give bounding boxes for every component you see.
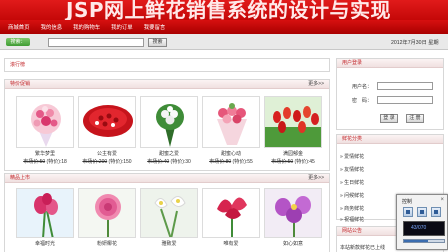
old-price: 市场价:200 [82, 159, 108, 165]
login-button[interactable]: 登 录 [380, 114, 398, 123]
product-image[interactable] [202, 188, 260, 238]
product-card[interactable]: 雅致爱 [140, 188, 198, 247]
category-item-birthday[interactable]: » 生日鲜花 [340, 179, 364, 186]
nav-item-orders[interactable]: 我的订单 [111, 23, 133, 31]
product-card[interactable]: 满园郁金 市场价:50 (特价):45 [264, 96, 322, 165]
product-card[interactable]: 如心如意 [264, 188, 322, 247]
product-name[interactable]: 唯有爱 [202, 240, 260, 247]
product-name[interactable]: 甜蜜心动 [202, 150, 260, 157]
special-price: (特价):30 [170, 159, 191, 165]
product-card[interactable]: 甜蜜之爱 市场价:40 (特价):30 [140, 96, 198, 165]
category-item-business[interactable]: » 商务鲜花 [340, 205, 364, 212]
play-icon[interactable] [403, 207, 413, 217]
close-icon[interactable]: × [440, 197, 444, 203]
current-date: 2012年7月30日 星期 [391, 40, 439, 46]
product-image[interactable] [16, 188, 74, 238]
product-card[interactable]: 公主有爱 市场价:200 (特价):150 [78, 96, 136, 165]
old-price: 市场价:50 [271, 159, 294, 165]
product-price: 市场价:50 (特价):18 [16, 158, 74, 165]
product-name[interactable]: 如心如意 [264, 240, 322, 247]
product-price: 市场价:200 (特价):150 [78, 158, 136, 165]
product-image[interactable] [202, 96, 260, 148]
new-items-header: 精品上市 更多>> [5, 174, 329, 183]
pause-icon[interactable] [417, 207, 427, 217]
product-name[interactable]: 幸福时光 [16, 240, 74, 247]
login-title: 用户登录 [337, 59, 443, 68]
product-card[interactable]: 繁华梦里 市场价:50 (特价):18 [16, 96, 74, 165]
register-button[interactable]: 注 册 [406, 114, 424, 123]
product-image[interactable] [140, 188, 198, 238]
search-bar: 搜索： 搜索 2012年7月30日 星期 [0, 34, 448, 50]
product-image[interactable] [264, 96, 322, 148]
featured-title: 特价促销 [10, 81, 31, 87]
nav-item-my-info[interactable]: 我的信息 [41, 23, 63, 31]
category-item-friendship[interactable]: » 友情鲜花 [340, 166, 364, 173]
nav-item-home[interactable]: 商城首页 [8, 23, 30, 31]
product-image[interactable] [16, 96, 74, 148]
category-item-blessing[interactable]: » 祝福鲜花 [340, 216, 364, 223]
video-progress-fill [404, 240, 429, 242]
nav-item-message[interactable]: 我要留言 [144, 23, 166, 31]
product-name[interactable]: 繁华梦里 [16, 150, 74, 157]
special-price: (特价):18 [46, 159, 67, 165]
product-image[interactable] [78, 188, 136, 238]
product-price: 市场价:80 (特价):55 [202, 158, 260, 165]
video-progress-bar[interactable] [403, 239, 445, 243]
product-card[interactable]: 甜蜜心动 市场价:80 (特价):55 [202, 96, 260, 165]
product-image[interactable] [78, 96, 136, 148]
search-label: 搜索： [6, 38, 30, 46]
new-items-more-link[interactable]: 更多>> [308, 174, 324, 183]
product-name[interactable]: 粉妍椰花 [78, 240, 136, 247]
product-name[interactable]: 公主有爱 [78, 150, 136, 157]
password-label: 密 码： [352, 98, 373, 104]
product-image[interactable] [264, 188, 322, 238]
video-control-title: 控制 [402, 199, 413, 205]
search-button[interactable]: 搜索 [148, 38, 167, 47]
special-price: (特价):150 [108, 159, 132, 165]
search-input[interactable] [48, 38, 144, 47]
featured-more-link[interactable]: 更多>> [308, 80, 324, 89]
special-price: (特价):55 [232, 159, 253, 165]
nav-item-cart[interactable]: 我的购物车 [73, 23, 100, 31]
special-price: (特价):45 [294, 159, 315, 165]
username-label: 用户名： [352, 84, 373, 90]
product-name[interactable]: 满园郁金 [264, 150, 322, 157]
featured-header: 特价促销 更多>> [5, 80, 329, 89]
stop-icon[interactable] [431, 207, 441, 217]
product-card[interactable]: 唯有爱 [202, 188, 260, 247]
old-price: 市场价:80 [209, 159, 232, 165]
video-control-window[interactable]: 控制 × 43/070 [396, 194, 448, 250]
page: JSP网上鲜花销售系统的设计与实现 商城首页 我的信息 我的购物车 我的订单 我… [0, 0, 448, 252]
product-name[interactable]: 雅致爱 [140, 240, 198, 247]
product-price: 市场价:50 (特价):45 [264, 158, 322, 165]
site-banner: JSP网上鲜花销售系统的设计与实现 [0, 0, 448, 20]
old-price: 市场价:40 [147, 159, 170, 165]
product-name[interactable]: 甜蜜之爱 [140, 150, 198, 157]
product-image[interactable] [140, 96, 198, 148]
video-timecode: 43/070 [411, 225, 427, 231]
product-card[interactable]: 粉妍椰花 [78, 188, 136, 247]
category-item-greeting[interactable]: » 问候鲜花 [340, 192, 364, 199]
old-price: 市场价:50 [23, 159, 46, 165]
notice-item[interactable]: 本站新款鲜花已上线 [340, 244, 385, 251]
main-nav: 商城首页 我的信息 我的购物车 我的订单 我要留言 [0, 20, 448, 34]
category-title: 鲜花分类 [337, 135, 443, 144]
ranking-title: 滚行榜 [5, 59, 329, 71]
category-item-love[interactable]: » 爱情鲜花 [340, 153, 364, 160]
product-card[interactable]: 幸福时光 [16, 188, 74, 247]
site-title: JSP网上鲜花销售系统的设计与实现 [66, 0, 392, 20]
product-price: 市场价:40 (特价):30 [140, 158, 198, 165]
username-field[interactable] [377, 82, 433, 90]
password-field[interactable] [377, 96, 433, 104]
ranking-panel: 滚行榜 [4, 58, 330, 72]
new-items-title: 精品上市 [10, 175, 31, 181]
